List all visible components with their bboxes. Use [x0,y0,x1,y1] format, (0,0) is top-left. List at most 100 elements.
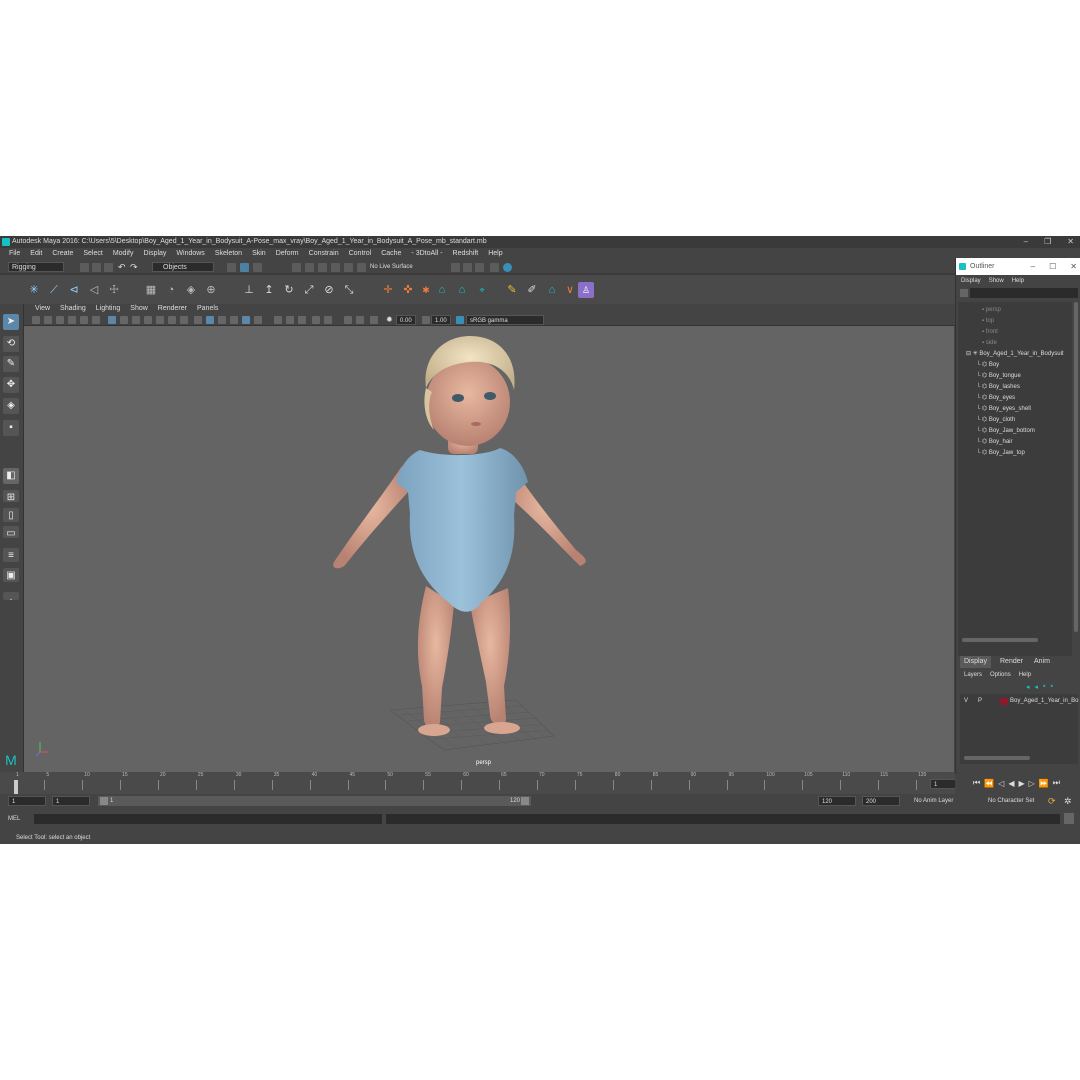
step-forward-key-icon[interactable]: ⏩ [1039,779,1049,788]
anim-layer-dropdown[interactable]: No Anim Layer [914,796,982,806]
wrap-icon[interactable]: ◈ [183,282,199,298]
new-layer-selected-icon[interactable]: ▪ [1051,683,1053,691]
step-back-key-icon[interactable]: ⏪ [984,779,994,788]
smooth-shade-icon[interactable] [206,316,214,324]
menu-skin[interactable]: Skin [247,248,271,260]
detach-skin-icon[interactable]: ⌖ [474,282,490,298]
camera-attributes-icon[interactable] [44,316,52,324]
2d-pan-zoom-icon[interactable] [80,316,88,324]
new-layer-icon[interactable]: ▪ [1043,683,1045,691]
new-scene-icon[interactable] [80,263,89,272]
outliner-item-boy[interactable]: └ ⌬ Boy [976,360,999,371]
bind-skin-icon[interactable]: ⌂ [434,282,450,298]
layer-name[interactable]: Boy_Aged_1_Year_in_Bo [1010,696,1079,707]
outliner-item-front[interactable]: ▪ front [982,327,998,338]
menu-display[interactable]: Display [138,248,171,260]
menu-redshift[interactable]: Redshift [448,248,484,260]
depth-of-field-icon[interactable] [370,316,378,324]
magnet-icon[interactable] [357,263,366,272]
humanik-icon[interactable]: ☩ [106,282,122,298]
wireframe-icon[interactable] [194,316,202,324]
tab-anim[interactable]: Anim [1030,656,1054,668]
viewport-menu-renderer[interactable]: Renderer [153,304,192,314]
viewport-menu-shading[interactable]: Shading [55,304,91,314]
menu-windows[interactable]: Windows [171,248,209,260]
current-time-marker[interactable] [14,780,18,794]
command-input[interactable] [34,814,382,824]
safe-action-icon[interactable] [168,316,176,324]
outliner-maximize-button[interactable]: ☐ [1049,258,1056,275]
rotate-tool-icon[interactable]: ◈ [3,398,19,414]
create-joint-icon[interactable]: ✳ [26,282,42,298]
xray-joints-icon[interactable] [286,316,294,324]
play-forward-icon[interactable]: ▶ [1018,779,1024,788]
select-object-icon[interactable] [240,263,249,272]
open-scene-icon[interactable] [92,263,101,272]
step-back-frame-icon[interactable]: ◁ [998,779,1004,788]
layer-visibility-toggle[interactable]: V [964,696,968,707]
outliner-item-boy-cloth[interactable]: └ ⌬ Boy_cloth [976,415,1015,426]
outliner-filter-icon[interactable] [960,289,968,297]
range-start-handle[interactable] [100,797,108,805]
boy-model[interactable] [333,336,586,736]
end-time-field[interactable]: 200 [862,796,900,806]
hypershade-layout-icon[interactable]: ▣ [3,568,19,582]
camera-select-icon[interactable] [32,316,40,324]
isolate-select-icon[interactable] [344,316,352,324]
playback-end-field[interactable]: 120 [818,796,856,806]
go-to-start-icon[interactable]: ⏮ [973,778,980,788]
set-driven-key-icon[interactable]: ∨ [562,282,578,298]
layer-menu-help[interactable]: Help [1019,670,1031,680]
outliner-item-boy-lashes[interactable]: └ ⌬ Boy_lashes [976,382,1020,393]
scale-constraint-icon[interactable]: ⤢ [301,282,317,298]
outliner-item-side[interactable]: ▪ side [982,338,997,349]
pole-vector-icon[interactable]: ⤡ [341,282,357,298]
menu-modify[interactable]: Modify [108,248,139,260]
snap-point-icon[interactable] [318,263,327,272]
four-view-layout-icon[interactable]: ⊞ [3,490,19,503]
redo-icon[interactable]: ↷ [130,263,139,272]
outliner-item-boy-jaw-bottom[interactable]: └ ⌬ Boy_Jaw_bottom [976,426,1035,437]
lattice-icon[interactable]: ▦ [143,282,159,298]
close-button[interactable]: ✕ [1067,236,1074,248]
move-layer-down-icon[interactable]: ◂ [1035,683,1039,691]
image-plane-icon[interactable] [68,316,76,324]
smooth-bind-icon[interactable]: ⌂ [454,282,470,298]
single-perspective-layout-icon[interactable]: ◧ [3,468,19,484]
gamma-field[interactable]: 1.00 [431,315,451,325]
shadows-icon[interactable] [254,316,262,324]
tab-render[interactable]: Render [996,656,1027,668]
auto-key-icon[interactable]: ⟳ [1048,796,1056,806]
outliner-item-persp[interactable]: ▪ persp [982,305,1001,316]
maximize-button[interactable]: ❐ [1044,236,1051,248]
layer-menu-layers[interactable]: Layers [964,670,982,680]
xray-icon[interactable] [274,316,282,324]
menu-deform[interactable]: Deform [271,248,304,260]
outliner-item-top[interactable]: ▪ top [982,316,994,327]
exposure-field[interactable]: 0.00 [396,315,416,325]
bookmark-icon[interactable] [56,316,64,324]
selection-mode-dropdown[interactable]: Objects [152,262,214,272]
layer-color-swatch[interactable] [1000,698,1008,705]
snap-view-icon[interactable] [331,263,340,272]
field-chart-icon[interactable] [156,316,164,324]
menu-constrain[interactable]: Constrain [304,248,344,260]
viewport-menu-view[interactable]: View [30,304,55,314]
mirror-joint-icon[interactable]: ◁ [86,282,102,298]
character-icon[interactable]: ♙ [578,282,594,298]
snap-grid-icon[interactable] [292,263,301,272]
script-editor-icon[interactable] [1064,813,1074,824]
viewport-menu-panels[interactable]: Panels [192,304,223,314]
locator-icon[interactable]: ✛ [380,282,396,298]
layer-playback-toggle[interactable]: P [978,696,982,707]
menuset-dropdown[interactable]: Rigging [8,262,64,272]
menu-cache[interactable]: Cache [376,248,406,260]
render-frame-icon[interactable] [451,263,460,272]
outliner-item-boy-jaw-top[interactable]: └ ⌬ Boy_Jaw_top [976,448,1025,459]
paint-weights-icon[interactable]: ✎ [504,282,520,298]
menu-edit[interactable]: Edit [25,248,47,260]
layer-horizontal-scrollbar[interactable] [964,756,1030,760]
layer-row[interactable]: V P Boy_Aged_1_Year_in_Bo [960,696,1079,707]
start-time-field[interactable]: 1 [8,796,46,806]
color-management-icon[interactable] [456,316,464,324]
